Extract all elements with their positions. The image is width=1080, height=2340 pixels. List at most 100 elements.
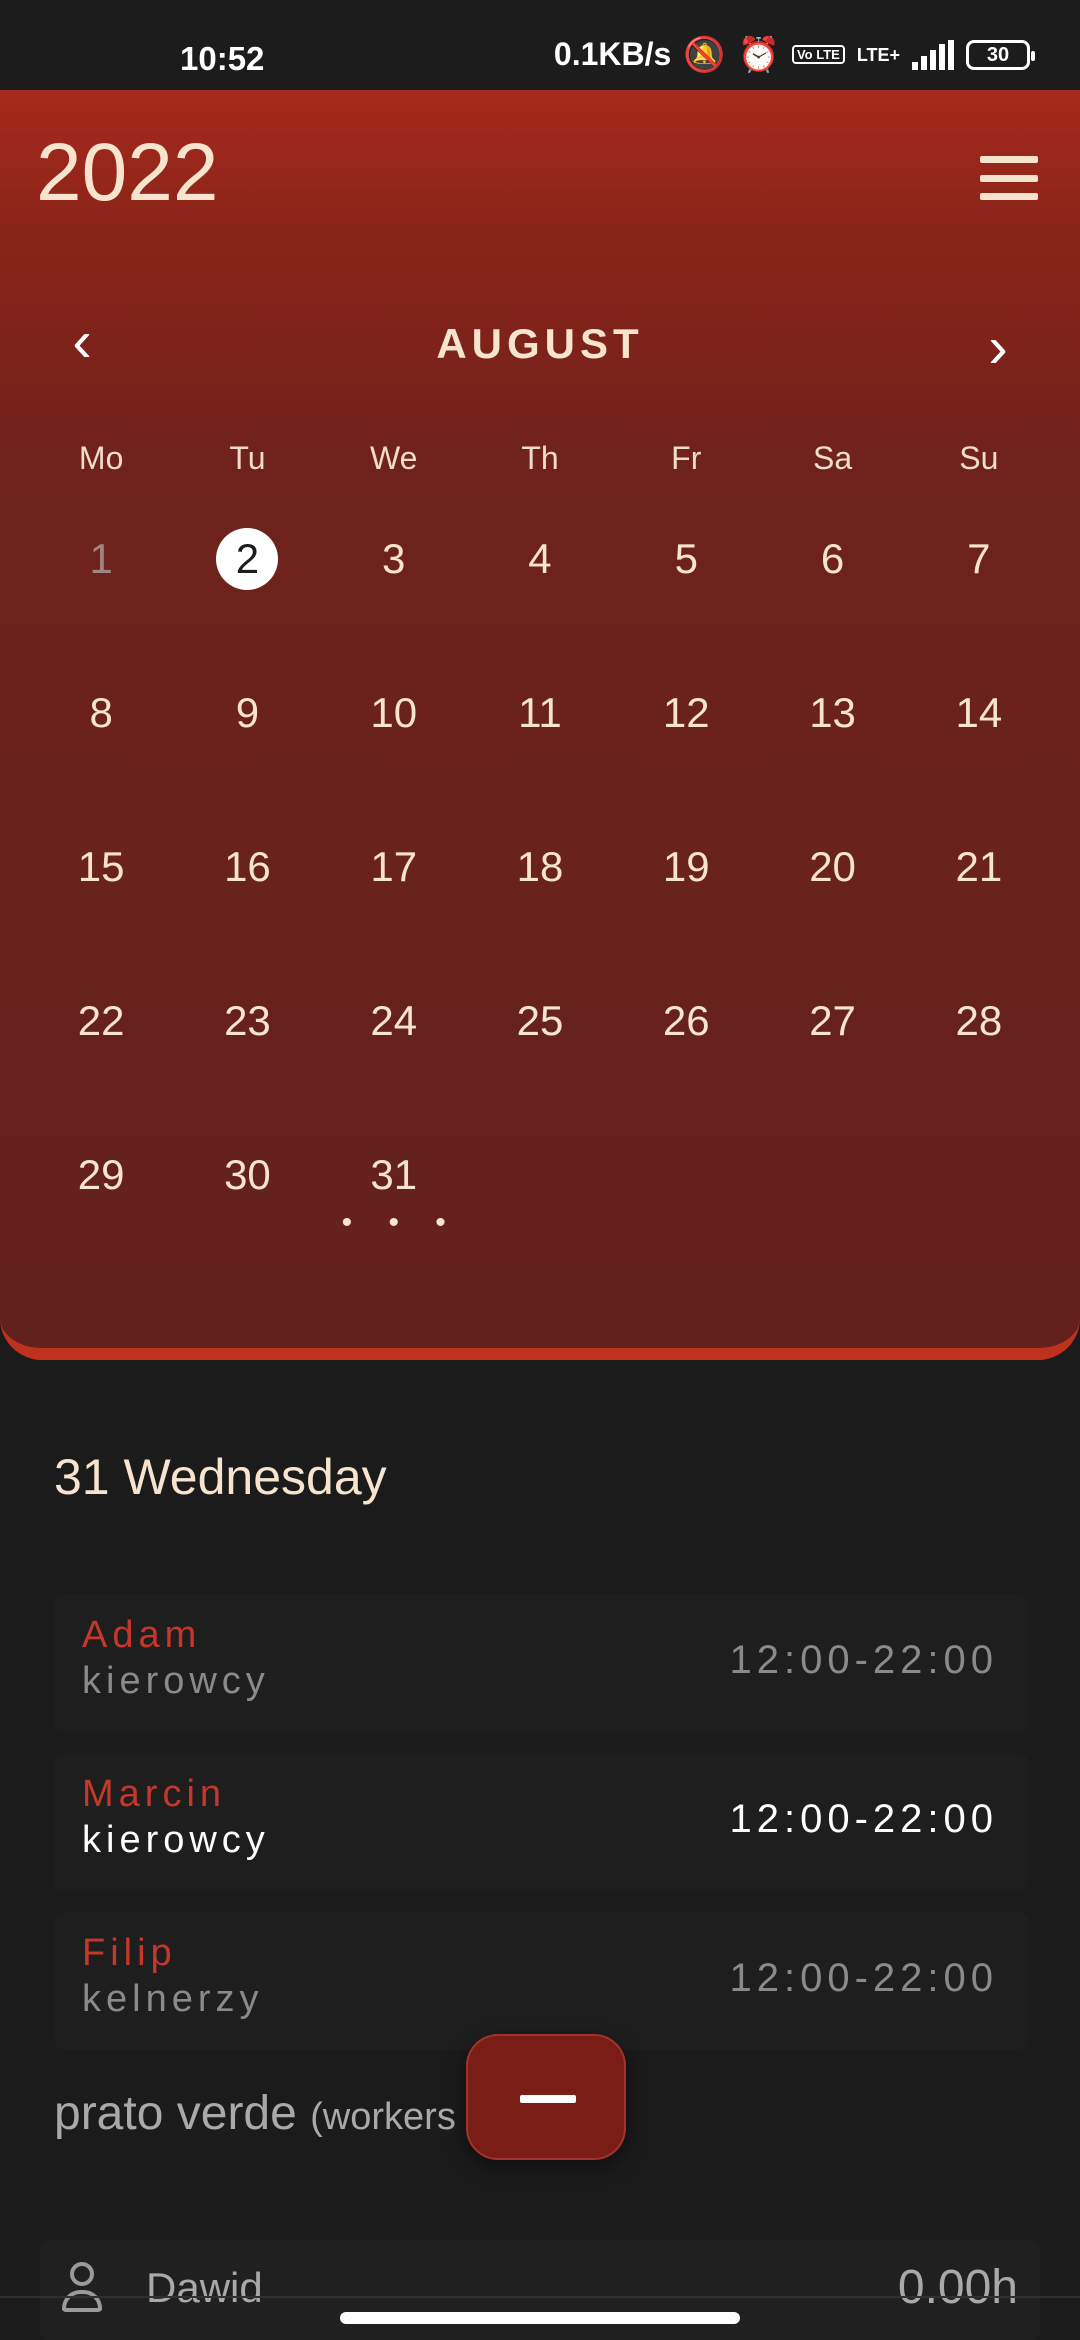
- day-cell[interactable]: 6: [759, 520, 905, 674]
- day-number: 13: [809, 689, 856, 736]
- shift-role: kelnerzy: [82, 1978, 264, 2020]
- signal-icon: [912, 39, 954, 70]
- calendar-card: 2022 ‹ AUGUST › Mo Tu We Th Fr Sa Su 123456789…: [0, 90, 1080, 1360]
- weekday-label: Su: [959, 440, 999, 476]
- day-number: 23: [224, 997, 271, 1044]
- day-number: 4: [528, 535, 552, 582]
- shift-time: 12:00-22:00: [729, 1638, 998, 1682]
- day-cell[interactable]: 31 • • •: [321, 1136, 467, 1290]
- worker-row[interactable]: Dawid 0.00h: [40, 2240, 1040, 2340]
- shift-card[interactable]: Filip kelnerzy 12:00-22:00: [54, 1912, 1028, 2050]
- day-number: 19: [662, 843, 710, 890]
- day-cell[interactable]: 30: [174, 1136, 320, 1290]
- day-cell[interactable]: 17: [321, 828, 467, 982]
- day-number: 25: [516, 997, 564, 1044]
- day-cell[interactable]: 24: [321, 982, 467, 1136]
- nav-divider: [0, 2296, 1080, 2298]
- day-cell[interactable]: 13: [759, 674, 905, 828]
- shift-list: Adam kierowcy 12:00-22:00 Marcin kierowcy 12:…: [54, 1594, 1028, 2071]
- shift-name: Filip: [82, 1932, 177, 1974]
- minus-fab-button[interactable]: [466, 2034, 626, 2160]
- day-number: 8: [89, 689, 113, 736]
- day-number: 3: [382, 535, 406, 582]
- section-title-text: prato verde: [54, 2087, 297, 2140]
- day-cell[interactable]: 5: [613, 520, 759, 674]
- day-cell[interactable]: 8: [28, 674, 174, 828]
- battery-icon: 30: [966, 39, 1035, 70]
- day-cell[interactable]: 28: [906, 982, 1052, 1136]
- day-number: 27: [809, 997, 856, 1044]
- status-time: 10:52: [180, 40, 265, 77]
- day-cell[interactable]: 19: [613, 828, 759, 982]
- day-cell[interactable]: 12: [613, 674, 759, 828]
- worker-name: Dawid: [146, 2264, 263, 2311]
- day-number: 29: [77, 1151, 125, 1198]
- lte-label: LTE+: [856, 44, 900, 65]
- day-cell[interactable]: 15: [28, 828, 174, 982]
- home-indicator[interactable]: [340, 2312, 740, 2324]
- alarm-icon: ⏰: [737, 35, 780, 74]
- shift-card[interactable]: Marcin kierowcy 12:00-22:00: [54, 1753, 1028, 1891]
- shift-time: 12:00-22:00: [729, 1797, 998, 1841]
- chevron-right-icon[interactable]: ›: [968, 318, 1028, 378]
- day-cell[interactable]: 21: [906, 828, 1052, 982]
- weekday-label: Sa: [812, 440, 853, 476]
- day-number: 28: [955, 997, 1003, 1044]
- day-number: 18: [516, 843, 564, 890]
- month-navigation: ‹ AUGUST ›: [0, 300, 1080, 390]
- worker-hours: 0.00h: [897, 2261, 1018, 2314]
- day-cell[interactable]: 7: [906, 520, 1052, 674]
- day-number: 15: [77, 843, 125, 890]
- day-number: 26: [662, 997, 710, 1044]
- day-number: 7: [967, 535, 991, 582]
- volte-icon: Vo LTE: [791, 45, 845, 64]
- day-cell[interactable]: 22: [28, 982, 174, 1136]
- month-label: AUGUST: [436, 320, 644, 367]
- person-icon: [62, 2262, 102, 2322]
- day-cell[interactable]: 10: [321, 674, 467, 828]
- day-number: 16: [224, 843, 271, 890]
- day-number: 30: [224, 1151, 271, 1198]
- day-cell[interactable]: 26: [613, 982, 759, 1136]
- day-cell[interactable]: 1: [28, 520, 174, 674]
- weekday-label: Th: [521, 440, 559, 476]
- day-number: 17: [370, 843, 418, 890]
- day-cell[interactable]: 23: [174, 982, 320, 1136]
- shift-role: kierowcy: [82, 1660, 270, 1702]
- weekday-label: Tu: [229, 440, 266, 476]
- day-number: 21: [955, 843, 1003, 890]
- section-title: prato verde (workers: [54, 2086, 456, 2141]
- day-cell[interactable]: 20: [759, 828, 905, 982]
- minus-icon: [520, 2095, 576, 2103]
- day-cell[interactable]: 27: [759, 982, 905, 1136]
- day-cell[interactable]: 3: [321, 520, 467, 674]
- day-cell[interactable]: 16: [174, 828, 320, 982]
- weekday-label: We: [369, 440, 418, 476]
- day-cell[interactable]: 14: [906, 674, 1052, 828]
- day-number: 22: [77, 997, 125, 1044]
- day-number: 10: [370, 689, 418, 736]
- day-number: 6: [820, 535, 845, 582]
- day-cell[interactable]: 18: [467, 828, 613, 982]
- shift-name: Adam: [82, 1614, 202, 1656]
- selected-date-label: 31 Wednesday: [54, 1449, 387, 1505]
- shift-name: Marcin: [82, 1773, 227, 1815]
- hamburger-menu-icon[interactable]: [980, 156, 1038, 200]
- day-cell[interactable]: 9: [174, 674, 320, 828]
- day-cell[interactable]: 29: [28, 1136, 174, 1290]
- day-cell[interactable]: 25: [467, 982, 613, 1136]
- event-dots: • • •: [341, 1206, 460, 1239]
- day-cell[interactable]: 2: [174, 520, 320, 674]
- day-number: 5: [674, 535, 698, 582]
- network-speed: 0.1KB/s: [553, 36, 672, 72]
- day-number: 9: [235, 689, 260, 736]
- year-label: 2022: [36, 127, 219, 218]
- day-cell[interactable]: 4: [467, 520, 613, 674]
- day-number: 31: [370, 1151, 418, 1198]
- status-bar: 10:52 0.1KB/s 🔕 ⏰ Vo LTE LTE+ 30: [0, 0, 1080, 90]
- mute-bell-icon: 🔕: [683, 35, 726, 74]
- shift-card[interactable]: Adam kierowcy 12:00-22:00: [54, 1594, 1028, 1732]
- day-cell[interactable]: 11: [467, 674, 613, 828]
- day-number: 20: [809, 843, 856, 890]
- day-number: 14: [955, 689, 1003, 736]
